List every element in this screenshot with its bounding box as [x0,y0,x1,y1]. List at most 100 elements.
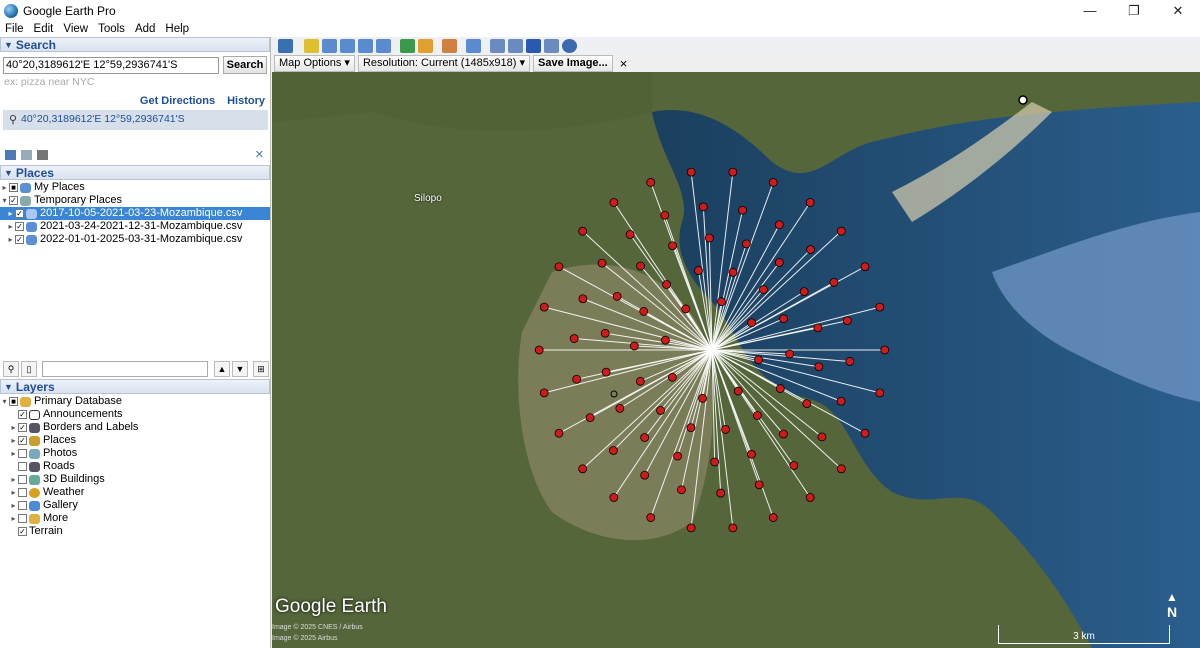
placemark-pin[interactable] [814,362,824,372]
menu-file[interactable]: File [0,22,29,37]
layers-root[interactable]: ▾ ■ Primary Database [0,395,138,408]
placemark-pin[interactable] [635,376,645,386]
move-down-icon[interactable]: ▼ [232,361,248,377]
planet-icon[interactable] [442,38,457,53]
placemark-pin[interactable] [805,198,815,207]
placemark-pin[interactable] [742,239,751,249]
places-item-temporary[interactable]: ▾ ✓ Temporary Places [0,194,270,207]
checkbox[interactable] [18,462,27,471]
checkbox[interactable] [18,501,27,510]
placemark-pin[interactable] [656,406,665,415]
placemark-pin[interactable] [813,323,823,333]
sidebar-toggle-icon[interactable] [278,38,293,53]
placemark-pin[interactable] [609,198,619,207]
panel-toggle-icon[interactable]: ▯ [21,361,37,377]
places-item-my-places[interactable]: ▸ ■ My Places [0,181,270,194]
print-icon[interactable] [508,38,523,53]
resolution-dropdown[interactable]: Resolution: Current (1485x918) ▾ [357,54,531,72]
layer-announcements[interactable]: ✓ Announcements [0,408,138,421]
placemark-pin[interactable] [612,291,622,301]
layer-borders[interactable]: ▸ ✓ Borders and Labels [0,421,138,434]
placemark-pin[interactable] [747,318,757,328]
placemark-pin[interactable] [754,480,764,490]
placemark-pin[interactable] [875,302,885,312]
placemark-pin[interactable] [609,493,619,502]
search-input[interactable] [3,56,219,74]
location-marker-icon[interactable] [1018,95,1028,105]
minimize-button[interactable]: — [1068,0,1112,22]
placemark-pin[interactable] [698,202,708,212]
checkbox[interactable]: ✓ [18,436,27,445]
checkbox[interactable] [18,475,27,484]
historical-imagery-icon[interactable] [400,38,415,53]
placemark-pin[interactable] [578,294,588,304]
layer-more[interactable]: ▸ More [0,512,138,525]
placemark-pin[interactable] [789,461,799,470]
placemark-pin[interactable] [710,457,720,467]
placemark-pin[interactable] [829,277,839,287]
placemark-pin[interactable] [677,485,686,495]
map-view[interactable]: Silopo Google Earth Image © 2025 CNES / … [272,72,1200,648]
layer-gallery[interactable]: ▸ Gallery [0,499,138,512]
placemark-pin[interactable] [728,267,738,277]
record-tour-icon[interactable] [376,38,391,53]
expand-arrow-icon[interactable]: ▸ [6,220,15,233]
placemark-pin[interactable] [601,367,611,377]
placemark-pin[interactable] [738,205,747,215]
expand-arrow-icon[interactable]: ▸ [9,486,18,499]
placemark-pin[interactable] [609,446,618,455]
placemark-pin[interactable] [539,388,549,398]
placemark-pin[interactable] [704,233,714,243]
layer-weather[interactable]: ▸ Weather [0,486,138,499]
folder-icon[interactable] [5,149,16,160]
placemark-pin[interactable] [752,411,762,420]
maximize-button[interactable]: ❐ [1112,0,1156,22]
print-icon[interactable] [37,149,48,160]
placemark-pin[interactable] [694,266,703,275]
checkbox[interactable]: ✓ [18,527,27,536]
layer-terrain[interactable]: ✓ Terrain [0,525,138,538]
save-image-icon[interactable] [526,38,541,53]
menu-tools[interactable]: Tools [93,22,130,37]
placemark-pin[interactable] [802,399,812,409]
placemark-pin[interactable] [534,345,544,355]
placemark-pin[interactable] [754,355,763,365]
placemark-pin[interactable] [646,513,656,522]
placemark-pin[interactable] [600,328,610,338]
search-icon[interactable]: ⚲ [3,361,19,377]
checkbox[interactable]: ✓ [15,222,24,231]
search-button[interactable]: Search [223,56,267,74]
placemark-pin[interactable] [817,432,827,442]
placemark-pin[interactable] [716,488,726,498]
placemark-pin[interactable] [625,230,635,239]
placemark-pin[interactable] [597,258,607,268]
placemark-pin[interactable] [759,285,768,294]
copy-icon[interactable] [21,149,32,160]
menu-help[interactable]: Help [160,22,194,37]
get-directions-link[interactable]: Get Directions [140,95,215,107]
placemark-pin[interactable] [554,262,564,272]
close-toolbar-icon[interactable]: × [620,56,628,71]
places-panel-header[interactable]: ▼ Places [0,165,270,180]
placemark-pin[interactable] [799,287,809,297]
placemark-pin[interactable] [836,464,846,474]
search-panel-header[interactable]: ▼ Search [0,37,270,52]
placemark-pin[interactable] [572,374,582,384]
placemark-pin[interactable] [747,449,756,459]
expand-arrow-icon[interactable]: ▸ [9,434,18,447]
placemark-pin[interactable] [578,464,588,474]
expand-arrow-icon[interactable]: ▾ [0,395,9,408]
layer-3d-buildings[interactable]: ▸ 3D Buildings [0,473,138,486]
placemark-pin[interactable] [774,258,784,267]
placemark-pin[interactable] [860,262,870,272]
placemark-pin[interactable] [636,261,645,271]
placemark-pin[interactable] [717,297,726,307]
menu-add[interactable]: Add [130,22,160,37]
expand-arrow-icon[interactable]: ▾ [0,194,9,207]
placemark-pin[interactable] [728,167,738,177]
polygon-icon[interactable] [322,38,337,53]
placemark-pin[interactable] [875,388,885,398]
placemark-pin[interactable] [774,220,784,230]
placemark-pin[interactable] [660,210,670,220]
image-overlay-icon[interactable] [358,38,373,53]
